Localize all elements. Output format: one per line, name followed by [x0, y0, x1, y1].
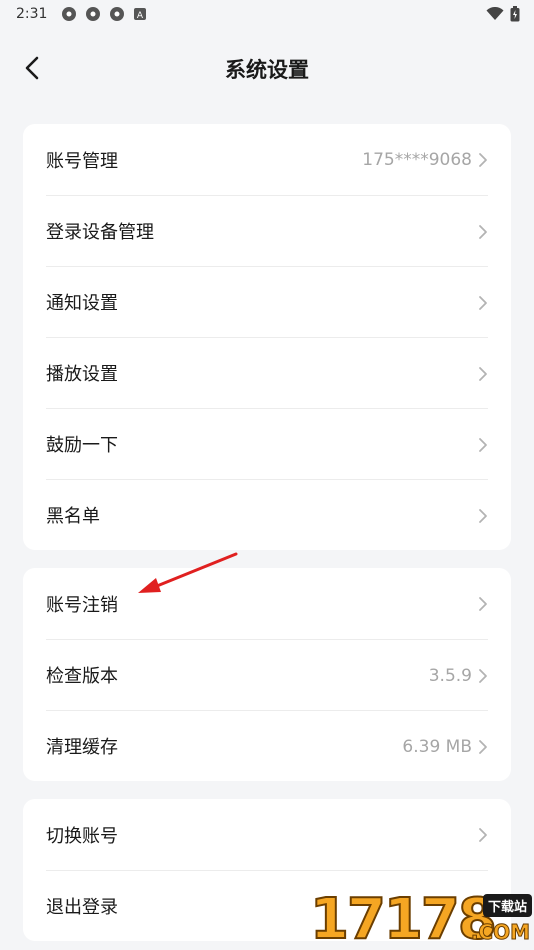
chevron-right-icon [479, 224, 487, 239]
row-label: 登录设备管理 [46, 222, 154, 243]
settings-row-switch-account[interactable]: 切换账号 [46, 799, 488, 870]
chevron-right-icon [479, 437, 487, 452]
chevron-right-icon [479, 596, 487, 611]
row-label: 通知设置 [46, 293, 118, 314]
photo-app-icon [62, 7, 77, 21]
row-value-cache-size: 6.39 MB [402, 736, 472, 757]
wifi-icon [486, 7, 504, 20]
settings-row-delete-account[interactable]: 账号注销 [46, 568, 488, 639]
status-bar: 2:31 A [0, 0, 534, 28]
row-value-version: 3.5.9 [428, 665, 472, 686]
watermark-tag: 下载站 [482, 894, 532, 917]
photo-app-icon [86, 7, 101, 21]
page-title: 系统设置 [225, 58, 309, 82]
row-label: 检查版本 [46, 666, 118, 687]
row-label: 账号管理 [46, 150, 118, 172]
row-label: 鼓励一下 [46, 435, 118, 456]
status-time: 2:31 [16, 6, 48, 22]
row-label: 清理缓存 [46, 737, 118, 758]
watermark-suffix: .COM [470, 920, 530, 945]
row-value-phone: 175****9068 [362, 149, 472, 170]
chevron-right-icon [479, 366, 487, 381]
row-label: 播放设置 [46, 364, 118, 385]
chevron-right-icon [479, 739, 487, 754]
a-badge-icon: A [134, 8, 147, 21]
settings-group-account: 账号管理 175****9068 登录设备管理 通知设置 播放设置 鼓励一下 黑… [23, 124, 511, 550]
svg-text:A: A [137, 11, 144, 21]
chevron-right-icon [479, 827, 487, 842]
settings-group-app: 账号注销 检查版本 3.5.9 清理缓存 6.39 MB [23, 568, 511, 781]
chevron-right-icon [479, 508, 487, 523]
chevron-right-icon [479, 668, 487, 683]
settings-row-blacklist[interactable]: 黑名单 [46, 479, 488, 550]
settings-row-playback[interactable]: 播放设置 [46, 337, 488, 408]
chevron-right-icon [479, 295, 487, 310]
watermark-number: 17178 [309, 887, 498, 950]
row-label: 切换账号 [46, 825, 118, 847]
photo-app-icon [110, 7, 125, 21]
row-label: 退出登录 [46, 897, 118, 918]
battery-icon [510, 6, 520, 22]
app-bar: 系统设置 [0, 40, 534, 96]
settings-row-notifications[interactable]: 通知设置 [46, 266, 488, 337]
row-label: 账号注销 [46, 594, 118, 616]
settings-row-clear-cache[interactable]: 清理缓存 6.39 MB [46, 710, 488, 781]
settings-row-account-management[interactable]: 账号管理 175****9068 [46, 124, 488, 195]
watermark-logo: 17178 下载站 .COM [309, 887, 534, 950]
chevron-right-icon [479, 152, 487, 167]
settings-row-encourage[interactable]: 鼓励一下 [46, 408, 488, 479]
row-label: 黑名单 [46, 506, 100, 527]
settings-row-login-devices[interactable]: 登录设备管理 [46, 195, 488, 266]
settings-row-check-version[interactable]: 检查版本 3.5.9 [46, 639, 488, 710]
